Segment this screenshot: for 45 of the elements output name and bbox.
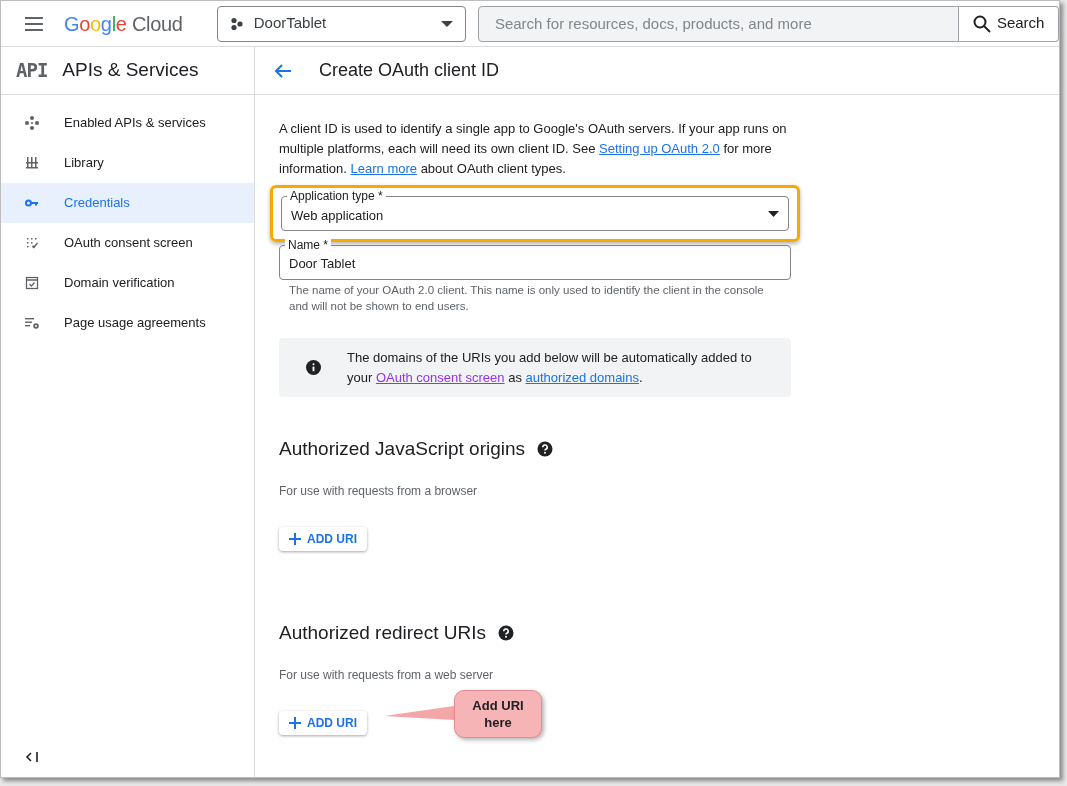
collapse-sidebar-icon[interactable] xyxy=(25,751,39,763)
field-label: Name * xyxy=(285,238,331,252)
page-title: Create OAuth client ID xyxy=(319,59,500,82)
link[interactable]: authorized domains xyxy=(525,369,639,385)
project-icon xyxy=(229,16,244,31)
add-uri-button[interactable]: ADD URI xyxy=(279,527,367,551)
field-hint: The name of your OAuth 2.0 client. This name is only used to identify the client in the console and will not be shown to end users. xyxy=(288,283,765,314)
search-field[interactable]: Search for resources, docs, products, and more xyxy=(477,5,960,42)
plus-icon xyxy=(289,717,301,729)
field-label: Application type * xyxy=(287,189,386,203)
sidebar-title: APIs & Services xyxy=(62,58,199,83)
intro-paragraph: A client ID is used to identify a single app to Google's OAuth servers. If your app runs on multiple platforms, each will need its own client ID. See Setting up OAuth 2.0 for more information. Learn more about OAuth client types. xyxy=(279,120,788,178)
list-settings-icon xyxy=(24,315,40,331)
link[interactable]: Learn more xyxy=(350,161,418,176)
sidebar-item[interactable]: Domain verification xyxy=(1,263,254,303)
search-button[interactable]: Search xyxy=(959,5,1059,42)
api-logo-text: API xyxy=(16,58,48,84)
menu-icon[interactable] xyxy=(25,16,43,31)
link[interactable]: Setting up OAuth 2.0 xyxy=(599,141,720,156)
project-picker[interactable]: DoorTablet xyxy=(216,5,466,42)
library-icon xyxy=(24,155,40,171)
search-icon xyxy=(972,14,991,33)
sidebar-item[interactable]: Page usage agreements xyxy=(1,303,254,343)
back-arrow-icon[interactable] xyxy=(274,62,292,79)
help-icon[interactable] xyxy=(537,441,554,457)
sidebar-item[interactable]: Enabled APIs & services xyxy=(1,103,254,143)
dropdown-caret-icon xyxy=(768,210,779,217)
help-icon[interactable] xyxy=(497,625,514,641)
dropdown-caret-icon xyxy=(440,20,453,27)
plus-icon xyxy=(289,533,301,545)
section-heading: Authorized JavaScript origins xyxy=(279,437,526,461)
section-description: For use with requests from a browser xyxy=(279,483,479,500)
google-cloud-logo[interactable]: Google Cloud xyxy=(63,8,183,39)
sidebar-item[interactable]: OAuth consent screen xyxy=(1,223,254,263)
move-icon xyxy=(24,115,40,131)
info-icon xyxy=(306,360,321,375)
info-text: The domains of the URIs you add below will be automatically added to your OAuth consent screen as authorized domains. xyxy=(347,348,753,387)
section-description: For use with requests from a web server xyxy=(279,667,495,684)
checkbox-icon xyxy=(24,275,40,291)
dotted-check-icon xyxy=(24,235,40,251)
link[interactable]: OAuth consent screen xyxy=(375,369,505,385)
sidebar-item[interactable]: Credentials xyxy=(1,183,254,223)
add-uri-button[interactable]: ADD URI xyxy=(279,711,367,735)
section-heading: Authorized redirect URIs xyxy=(279,621,486,645)
sidebar-item[interactable]: Library xyxy=(1,143,254,183)
